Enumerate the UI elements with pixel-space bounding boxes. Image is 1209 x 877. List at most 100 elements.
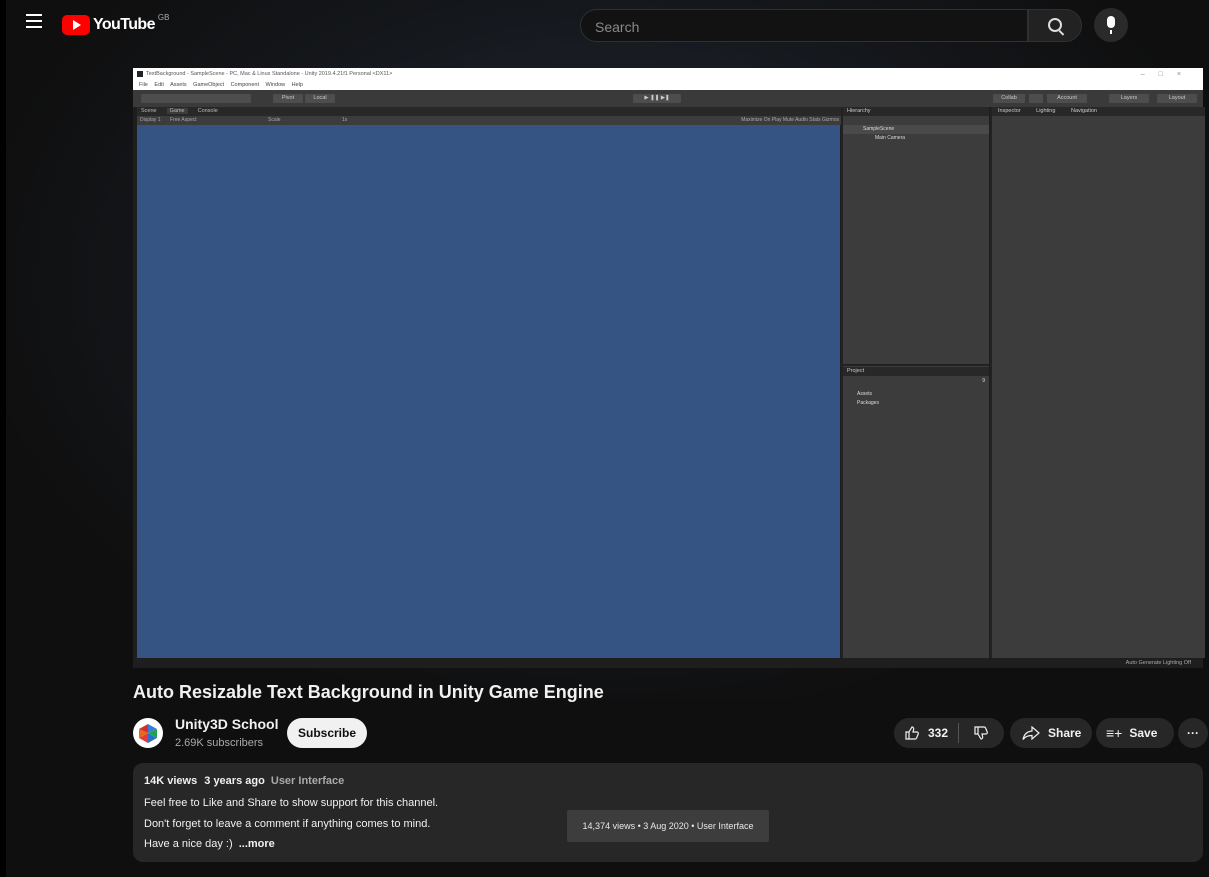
youtube-watch-page: YouTube GB TextBackground - SampleScene … — [6, 0, 1209, 877]
youtube-play-icon — [62, 15, 90, 35]
project-search-row: 9 — [843, 377, 989, 386]
tab-navigation: Navigation — [1070, 108, 1097, 114]
tab-game: Game — [166, 108, 188, 114]
subscriber-count: 2.69K subscribers — [175, 737, 264, 749]
unity-inspector-panel: Inspector Lighting Navigation — [990, 107, 1205, 658]
scale-value: 1x — [341, 117, 348, 123]
play-controls: ▶ ❚❚ ▶❚ — [633, 94, 681, 103]
channel-avatar[interactable] — [133, 718, 163, 748]
like-dislike-group: 332 — [894, 718, 1004, 748]
unity-menu-component: Component — [230, 82, 260, 88]
channel-name[interactable]: Unity3D School — [175, 716, 278, 732]
tab-lighting: Lighting — [1036, 108, 1056, 114]
search-icon — [1048, 18, 1062, 32]
unity-menu-assets: Assets — [170, 82, 187, 88]
game-view-bar: Display 1 Free Aspect Scale 1x Maximize … — [137, 116, 843, 125]
folder-packages-label: Packages — [857, 400, 879, 406]
tab-scene: Scene — [141, 108, 157, 114]
view-count: 14K views — [144, 775, 198, 787]
search-box — [580, 9, 1028, 43]
panel-divider — [843, 364, 989, 366]
search-button[interactable] — [1028, 9, 1082, 42]
unity-hierarchy-panel: Hierarchy SampleScene Main Camera Projec… — [841, 107, 989, 658]
project-tab-label: Project — [847, 368, 865, 374]
share-button[interactable]: Share — [1010, 718, 1092, 748]
aspect-dropdown: Free Aspect — [169, 117, 197, 123]
voice-search-button[interactable] — [1094, 8, 1128, 42]
subscribe-button[interactable]: Subscribe — [287, 718, 367, 748]
microphone-icon — [1107, 16, 1115, 34]
hierarchy-tab: Hierarchy — [843, 107, 989, 116]
local-toggle: Local — [305, 94, 335, 103]
save-label: Save — [1129, 726, 1158, 740]
save-button[interactable]: ≡+ Save — [1096, 718, 1174, 748]
search-input[interactable] — [581, 10, 997, 43]
show-more-link[interactable]: ...more — [239, 838, 275, 850]
description-box[interactable]: 14K views 3 years ago User Interface Fee… — [133, 763, 1203, 862]
video-player[interactable]: TextBackground - SampleScene - PC, Mac &… — [133, 68, 1205, 668]
more-actions-button[interactable]: ··· — [1178, 718, 1208, 748]
collab-dropdown: Collab — [993, 94, 1025, 103]
unity-status-bar: Auto Generate Lighting Off — [133, 658, 1203, 668]
status-text: Auto Generate Lighting Off — [1125, 660, 1191, 666]
account-dropdown: Account — [1047, 94, 1087, 103]
unity-menu-edit: Edit — [154, 82, 164, 88]
layers-dropdown: Layers — [1109, 94, 1149, 103]
tab-console: Console — [197, 108, 218, 114]
game-view — [137, 125, 840, 658]
unity-logo-icon — [139, 724, 157, 743]
thumbs-down-icon — [974, 726, 988, 740]
logo-text: YouTube — [93, 16, 155, 33]
project-folder-assets: Assets — [843, 390, 989, 399]
upload-age: 3 years ago — [204, 775, 265, 787]
hierarchy-row-camera: Main Camera — [843, 134, 989, 143]
unity-menu-bar: File Edit Assets GameObject Component Wi… — [133, 81, 1203, 90]
video-title: Auto Resizable Text Background in Unity … — [133, 682, 604, 702]
inspector-tabs: Inspector Lighting Navigation — [992, 107, 1205, 116]
youtube-logo[interactable]: YouTube GB — [62, 12, 170, 36]
display-dropdown: Display 1 — [140, 117, 161, 123]
share-icon — [1022, 726, 1040, 740]
thumbs-up-icon — [905, 726, 919, 740]
camera-name: Main Camera — [875, 135, 906, 141]
like-count: 332 — [928, 726, 949, 740]
category-tag[interactable]: User Interface — [271, 775, 344, 787]
window-controls: –□× — [1140, 71, 1195, 78]
description-line-1: Feel free to Like and Share to show supp… — [144, 797, 439, 809]
description-line-3-text: Have a nice day :) — [144, 838, 233, 850]
scale-label: Scale — [268, 117, 281, 123]
tab-inspector: Inspector — [998, 108, 1021, 114]
project-folder-packages: Packages — [843, 399, 989, 408]
unity-title-bar: TextBackground - SampleScene - PC, Mac &… — [133, 68, 1203, 81]
add-to-playlist-icon: ≡+ — [1106, 725, 1123, 741]
unity-menu-file: File — [139, 82, 148, 88]
unity-game-panel: Scene Game Console Display 1 Free Aspect S… — [137, 107, 843, 658]
share-label: Share — [1048, 726, 1082, 740]
game-view-options: Maximize On Play Mute Audio Stats Gizmos — [741, 117, 839, 123]
transform-tools — [141, 94, 251, 103]
views-tooltip: 14,374 views • 3 Aug 2020 • User Interfa… — [567, 810, 769, 842]
layout-dropdown: Layout — [1157, 94, 1197, 103]
unity-window-title: TextBackground - SampleScene - PC, Mac &… — [146, 71, 393, 77]
project-tab: Project — [843, 367, 989, 376]
dislike-button[interactable] — [959, 718, 1003, 748]
unity-menu-help: Help — [291, 82, 303, 88]
unity-toolbar: Pivot Local ▶ ❚❚ ▶❚ Collab Account Layer… — [133, 90, 1203, 107]
unity-icon — [137, 70, 143, 77]
hierarchy-row-scene: SampleScene — [843, 125, 989, 134]
more-icon: ··· — [1187, 726, 1199, 740]
description-meta: 14K views 3 years ago User Interface — [144, 775, 344, 787]
country-code: GB — [157, 12, 170, 22]
folder-assets-label: Assets — [857, 391, 873, 397]
description-line-3: Have a nice day :) ...more — [144, 838, 275, 850]
masthead: YouTube GB — [6, 0, 1209, 50]
like-button[interactable]: 332 — [894, 718, 958, 748]
unity-menu-window: Window — [265, 82, 286, 88]
unity-menu-gameobject: GameObject — [193, 82, 225, 88]
menu-icon[interactable] — [26, 14, 42, 28]
pivot-toggle: Pivot — [273, 94, 303, 103]
project-count: 9 — [982, 378, 985, 384]
unity-left-tabs: Scene Game Console — [137, 107, 843, 116]
hierarchy-tab-label: Hierarchy — [847, 108, 871, 114]
description-line-2: Don't forget to leave a comment if anyth… — [144, 818, 431, 830]
